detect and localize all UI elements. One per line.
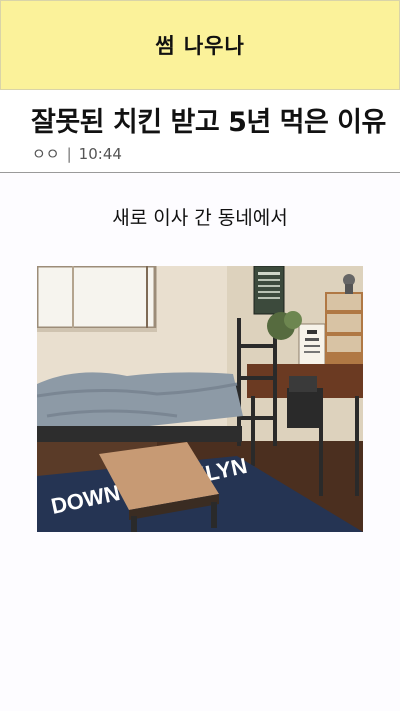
post-meta: ㅇㅇ | 10:44 xyxy=(32,143,122,164)
top-banner[interactable]: 썸 나우나 xyxy=(0,0,400,90)
post-header: 잘못된 치킨 받고 5년 먹은 이유 ㅇㅇ | 10:44 xyxy=(0,90,400,173)
author-name[interactable]: ㅇㅇ xyxy=(32,143,60,164)
room-photo[interactable]: DOWN BROOKLYN xyxy=(37,266,363,532)
post-body: 새로 이사 간 동네에서 DOWN xyxy=(0,173,400,711)
post-time: 10:44 xyxy=(78,144,122,163)
brand-logo[interactable]: 썸 나우나 xyxy=(155,30,245,60)
post-caption: 새로 이사 간 동네에서 xyxy=(112,207,288,229)
room-photo-illustration: DOWN BROOKLYN xyxy=(37,266,363,532)
post-title: 잘못된 치킨 받고 5년 먹은 이유 xyxy=(31,107,386,138)
meta-separator: | xyxy=(66,144,72,163)
